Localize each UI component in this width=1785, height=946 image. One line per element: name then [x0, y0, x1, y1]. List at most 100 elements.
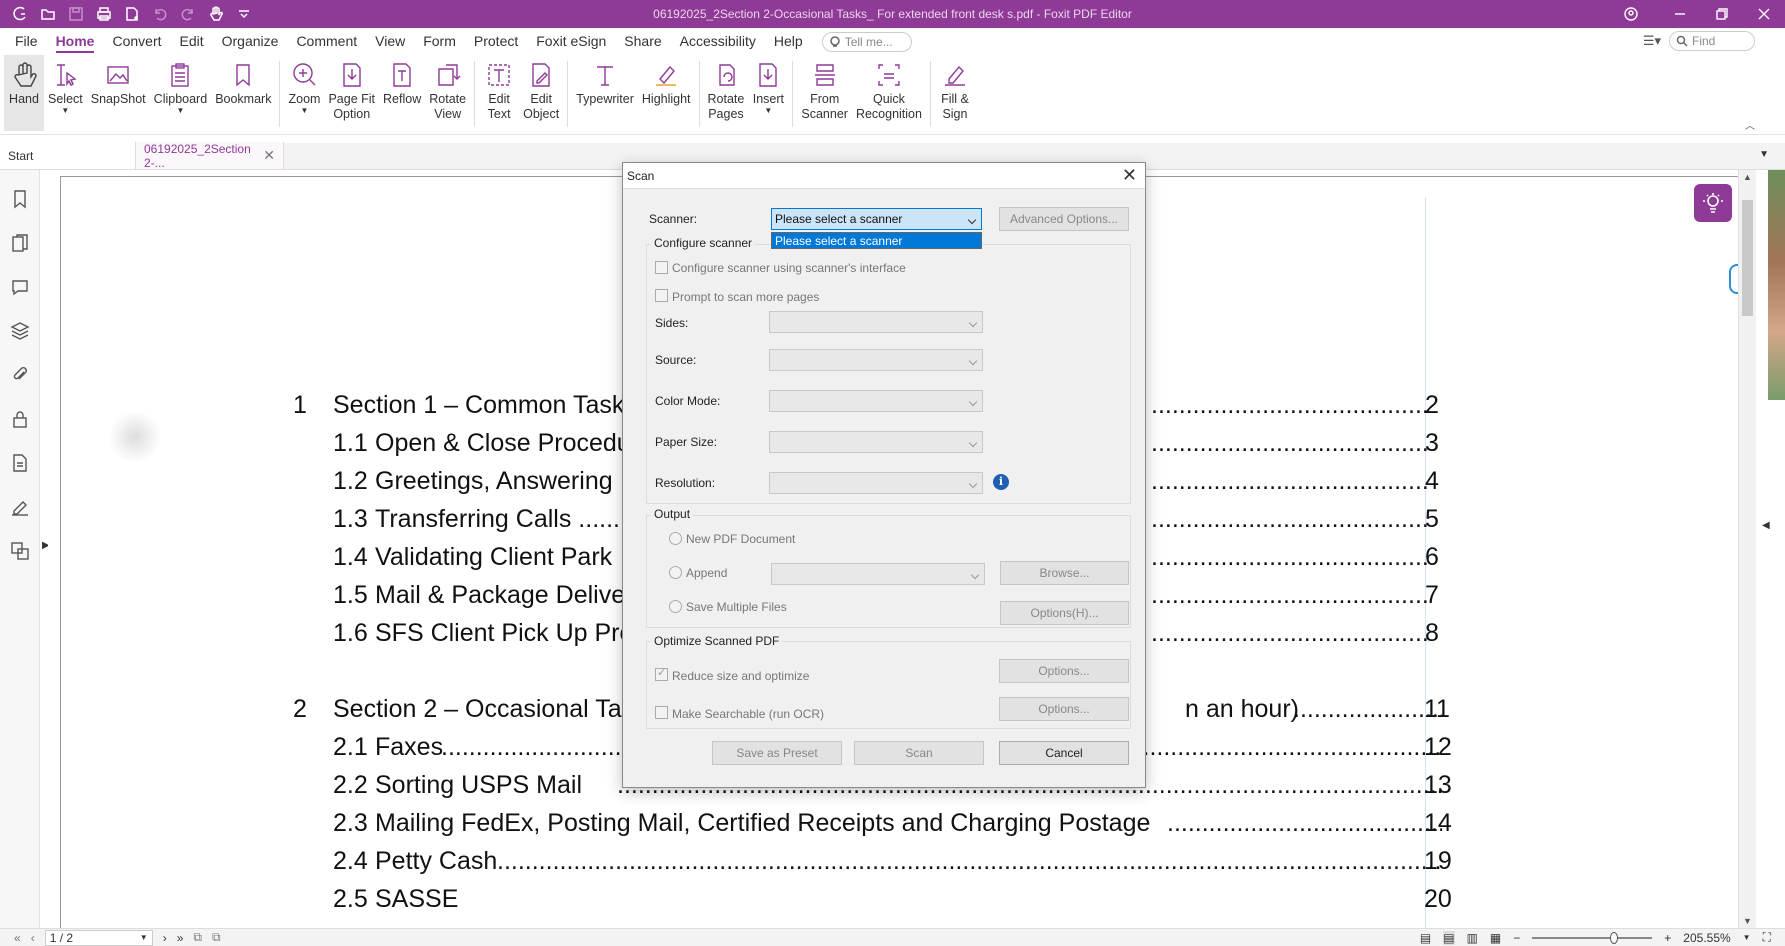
scanner-select[interactable]: Please select a scanner: [771, 208, 982, 230]
signature-panel-icon[interactable]: [9, 496, 31, 518]
fill-sign-button[interactable]: Fill & Sign: [935, 55, 975, 131]
quick-recognition-button[interactable]: Quick Recognition: [852, 55, 926, 131]
print-icon[interactable]: [92, 2, 116, 26]
prompt-more-pages-checkbox[interactable]: [655, 289, 668, 302]
bookmark-button[interactable]: Bookmark: [211, 55, 275, 131]
account-icon[interactable]: [1603, 0, 1659, 28]
browse-button[interactable]: Browse...: [1000, 561, 1129, 585]
cancel-button[interactable]: Cancel: [999, 741, 1129, 765]
highlight-button[interactable]: Highlight: [638, 55, 695, 131]
scanner-option-list[interactable]: Please select a scanner: [771, 232, 982, 249]
close-dialog-icon[interactable]: ✕: [1122, 165, 1137, 186]
scanner-option[interactable]: Please select a scanner: [775, 234, 902, 248]
bookmarks-panel-icon[interactable]: [9, 188, 31, 210]
toc-title[interactable]: Validating Client Park: [375, 543, 612, 572]
attachments-panel-icon[interactable]: [9, 364, 31, 386]
configure-interface-checkbox[interactable]: [655, 261, 668, 274]
scroll-up-icon[interactable]: ▲: [1743, 172, 1752, 182]
minimize-icon[interactable]: [1659, 0, 1701, 28]
append-radio[interactable]: [669, 566, 682, 579]
undo-icon[interactable]: [148, 2, 172, 26]
info-icon[interactable]: i: [993, 474, 1009, 490]
layers-panel-icon[interactable]: [9, 320, 31, 342]
append-file-select[interactable]: [771, 563, 985, 585]
rotate-pages-button[interactable]: Rotate Pages: [704, 55, 749, 131]
menu-edit[interactable]: Edit: [171, 28, 213, 55]
page-fit-option-button[interactable]: Page Fit Option: [324, 55, 379, 131]
rotate-view-button[interactable]: Rotate View: [425, 55, 470, 131]
continuous-view-icon[interactable]: ▤: [1443, 930, 1455, 945]
previous-view-icon[interactable]: ⧉: [193, 930, 202, 945]
tab-document[interactable]: 06192025_2Section 2-... ✕: [136, 142, 284, 170]
next-view-icon[interactable]: ⧉: [212, 930, 221, 945]
advanced-options-button[interactable]: Advanced Options...: [999, 207, 1129, 231]
resolution-select[interactable]: [769, 472, 983, 494]
scan-button[interactable]: Scan: [854, 741, 984, 765]
hand-button[interactable]: Hand: [4, 55, 44, 131]
zoom-slider[interactable]: [1532, 931, 1653, 944]
reduce-size-checkbox[interactable]: [655, 666, 668, 681]
redo-icon[interactable]: [176, 2, 200, 26]
toc-title[interactable]: SFS Client Pick Up Pro: [375, 619, 633, 648]
search-options-icon[interactable]: ☰▾: [1643, 33, 1661, 49]
close-window-icon[interactable]: [1743, 0, 1785, 28]
pages-panel-icon[interactable]: [9, 232, 31, 254]
scroll-thumb[interactable]: [1742, 200, 1753, 316]
snapshot-button[interactable]: SnapShot: [87, 55, 150, 131]
page-number-input[interactable]: 1 / 2 ▼: [44, 929, 153, 946]
ocr-options-button[interactable]: Options...: [999, 697, 1129, 721]
toc-title[interactable]: Mail & Package Delive: [375, 581, 625, 610]
menu-form[interactable]: Form: [414, 28, 465, 55]
collapse-ribbon-icon[interactable]: ︿: [1745, 117, 1755, 132]
previous-page-icon[interactable]: ‹: [31, 931, 35, 945]
menu-share[interactable]: Share: [615, 28, 670, 55]
reflow-button[interactable]: Reflow: [379, 55, 425, 131]
compare-panel-icon[interactable]: [9, 540, 31, 562]
menu-convert[interactable]: Convert: [103, 28, 170, 55]
edit-text-button[interactable]: Edit Text: [479, 55, 519, 131]
sides-select[interactable]: [769, 311, 983, 333]
zoom-slider-knob[interactable]: [1610, 931, 1619, 944]
save-multiple-radio[interactable]: [669, 600, 682, 613]
toc-title[interactable]: Faxes: [375, 733, 443, 762]
source-select[interactable]: [769, 349, 983, 371]
edit-object-button[interactable]: Edit Object: [519, 55, 563, 131]
menu-protect[interactable]: Protect: [465, 28, 527, 55]
tab-start[interactable]: Start: [0, 142, 136, 169]
select-button[interactable]: Select ▼: [44, 55, 87, 131]
single-page-view-icon[interactable]: ▤: [1420, 931, 1431, 945]
security-panel-icon[interactable]: [9, 408, 31, 430]
menu-home[interactable]: Home: [47, 28, 104, 55]
save-as-preset-button[interactable]: Save as Preset: [712, 741, 842, 765]
toc-title[interactable]: Petty Cash: [375, 847, 497, 876]
save-icon[interactable]: [64, 2, 88, 26]
facing-view-icon[interactable]: ▥: [1467, 931, 1478, 945]
menu-view[interactable]: View: [366, 28, 414, 55]
typewriter-button[interactable]: Typewriter: [572, 55, 638, 131]
color-mode-select[interactable]: [769, 390, 983, 412]
zoom-level[interactable]: 205.55%: [1683, 931, 1730, 945]
comments-panel-icon[interactable]: [9, 276, 31, 298]
menu-accessibility[interactable]: Accessibility: [671, 28, 765, 55]
find-input[interactable]: Find: [1669, 31, 1755, 51]
zoom-out-icon[interactable]: −: [1513, 931, 1520, 945]
insert-button[interactable]: Insert ▼: [748, 55, 788, 131]
clipboard-button[interactable]: Clipboard ▼: [150, 55, 212, 131]
ai-assistant-button[interactable]: [1694, 184, 1732, 222]
close-tab-icon[interactable]: ✕: [263, 147, 275, 164]
hand-tool-icon[interactable]: [204, 2, 228, 26]
reduce-options-button[interactable]: Options...: [999, 659, 1129, 683]
collapse-right-panel-icon[interactable]: ◀: [1762, 520, 1770, 531]
new-pdf-radio[interactable]: [669, 532, 682, 545]
first-page-icon[interactable]: «: [14, 931, 21, 945]
content-panel-icon[interactable]: [9, 452, 31, 474]
restore-icon[interactable]: [1701, 0, 1743, 28]
toc-title[interactable]: Mailing FedEx, Posting Mail, Certified R…: [375, 809, 1150, 838]
menu-foxit-esign[interactable]: Foxit eSign: [527, 28, 615, 55]
toc-title[interactable]: Section 1 – Common Task: [333, 391, 624, 420]
toc-title[interactable]: Greetings, Answering: [375, 467, 613, 496]
continuous-facing-view-icon[interactable]: ▦: [1490, 931, 1501, 945]
tell-me-input[interactable]: Tell me...: [821, 31, 912, 52]
toc-title[interactable]: SASSE: [375, 885, 458, 914]
tab-list-icon[interactable]: ▼: [1759, 149, 1769, 160]
